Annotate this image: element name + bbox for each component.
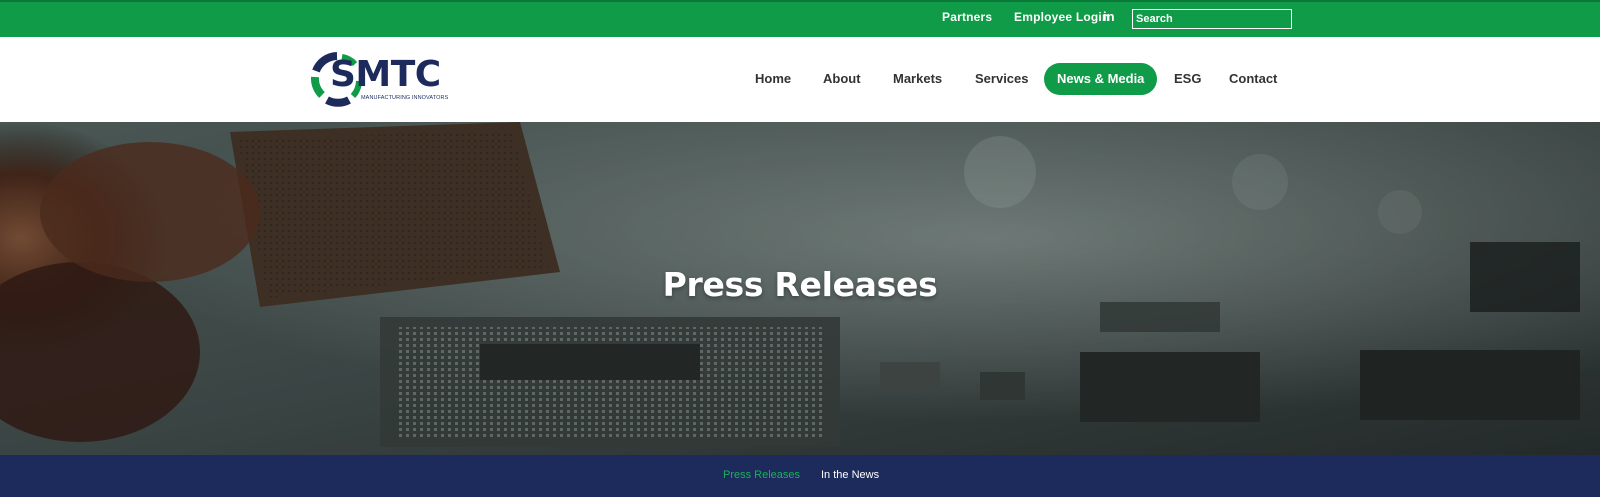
search-input[interactable]	[1132, 9, 1292, 29]
hero-banner: Press Releases	[0, 122, 1600, 455]
subnav-tab-press-releases[interactable]: Press Releases	[723, 469, 800, 481]
logo-tagline: MANUFACTURING INNOVATORS	[361, 95, 449, 101]
smtc-logo[interactable]: SMTC MANUFACTURING INNOVATORS	[309, 51, 453, 107]
nav-item-news-media[interactable]: News & Media	[1044, 63, 1158, 95]
nav-item-services[interactable]: Services	[975, 63, 1029, 95]
linkedin-icon[interactable]: in	[1103, 10, 1117, 24]
nav-item-esg[interactable]: ESG	[1174, 63, 1201, 95]
sub-navigation: Press Releases In the News	[0, 455, 1600, 497]
page-title: Press Releases	[662, 265, 938, 304]
nav-item-markets[interactable]: Markets	[893, 63, 942, 95]
nav-item-home[interactable]: Home	[755, 63, 791, 95]
logo-wordmark: SMTC	[330, 54, 441, 95]
subnav-tab-in-the-news[interactable]: In the News	[821, 469, 879, 481]
nav-item-about[interactable]: About	[823, 63, 861, 95]
partners-link[interactable]: Partners	[942, 10, 992, 24]
site-header: SMTC MANUFACTURING INNOVATORS Home About…	[0, 37, 1600, 122]
top-utility-bar: Partners Employee Login in	[0, 0, 1600, 37]
nav-item-contact[interactable]: Contact	[1229, 63, 1277, 95]
employee-login-link[interactable]: Employee Login	[1014, 10, 1109, 24]
